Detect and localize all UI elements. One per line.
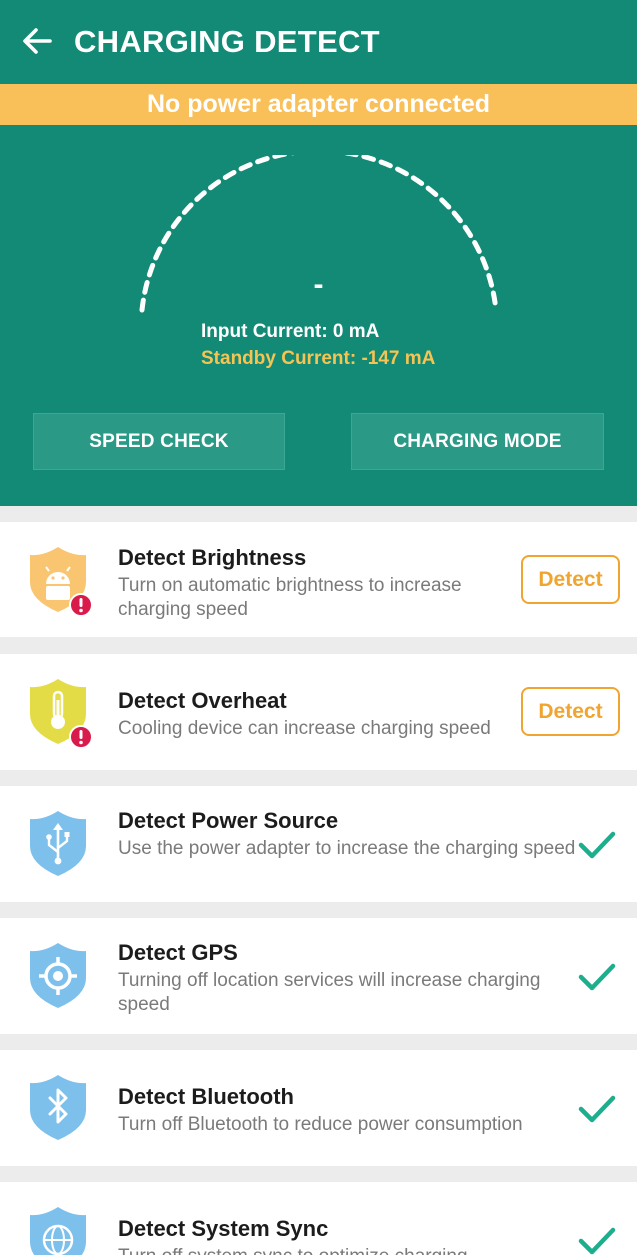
item-description: Turn on automatic brightness to increase… [118,575,462,620]
check-icon [578,963,616,991]
page-title: CHARGING DETECT [74,24,380,59]
gauge-panel: - Input Current: 0 mA Standby Current: -… [0,125,637,506]
app-bar: CHARGING DETECT [0,0,637,84]
item-description: Cooling device can increase charging spe… [118,718,491,739]
charging-mode-button[interactable]: CHARGING MODE [351,413,604,470]
list-item-bluetooth: Detect Bluetooth Turn off Bluetooth to r… [0,1050,637,1166]
check-icon [578,1095,616,1123]
detect-overheat-button[interactable]: Detect [521,687,620,736]
item-title: Detect GPS [118,940,238,965]
globe-shield-icon [30,1207,86,1255]
thermometer-shield-icon [30,679,93,748]
check-icon [578,831,616,859]
input-current: Input Current: 0 mA [201,321,380,342]
item-description: Use the power adapter to increase the ch… [118,838,576,859]
item-description: Turning off location services will incre… [118,970,541,1015]
gauge-value: - [313,268,324,301]
item-description: Turn off Bluetooth to reduce power consu… [118,1114,523,1135]
list-item-brightness: Detect Brightness Turn on automatic brig… [0,522,637,637]
item-title: Detect Power Source [118,808,339,833]
back-arrow-icon[interactable] [20,24,54,58]
list-item-power-source: Detect Power Source Use the power adapte… [0,786,637,902]
speed-check-button[interactable]: SPEED CHECK [33,413,285,470]
standby-current: Standby Current: -147 mA [201,348,436,369]
android-shield-icon [30,547,93,616]
list-item-overheat: Detect Overheat Cooling device can incre… [0,654,637,770]
item-title: Detect System Sync [118,1216,329,1241]
item-title: Detect Brightness [118,545,307,570]
detect-brightness-button[interactable]: Detect [521,555,620,604]
status-banner: No power adapter connected [0,84,637,125]
bluetooth-shield-icon [30,1075,86,1140]
gps-shield-icon [30,943,86,1008]
item-title: Detect Overheat [118,688,287,713]
list-item-system-sync: Detect System Sync Turn off system sync … [0,1182,637,1255]
usb-shield-icon [30,811,86,876]
item-title: Detect Bluetooth [118,1084,294,1109]
list-item-gps: Detect GPS Turning off location services… [0,918,637,1034]
check-icon [578,1227,616,1255]
item-description: Turn off system sync to optimize chargin… [118,1245,578,1255]
